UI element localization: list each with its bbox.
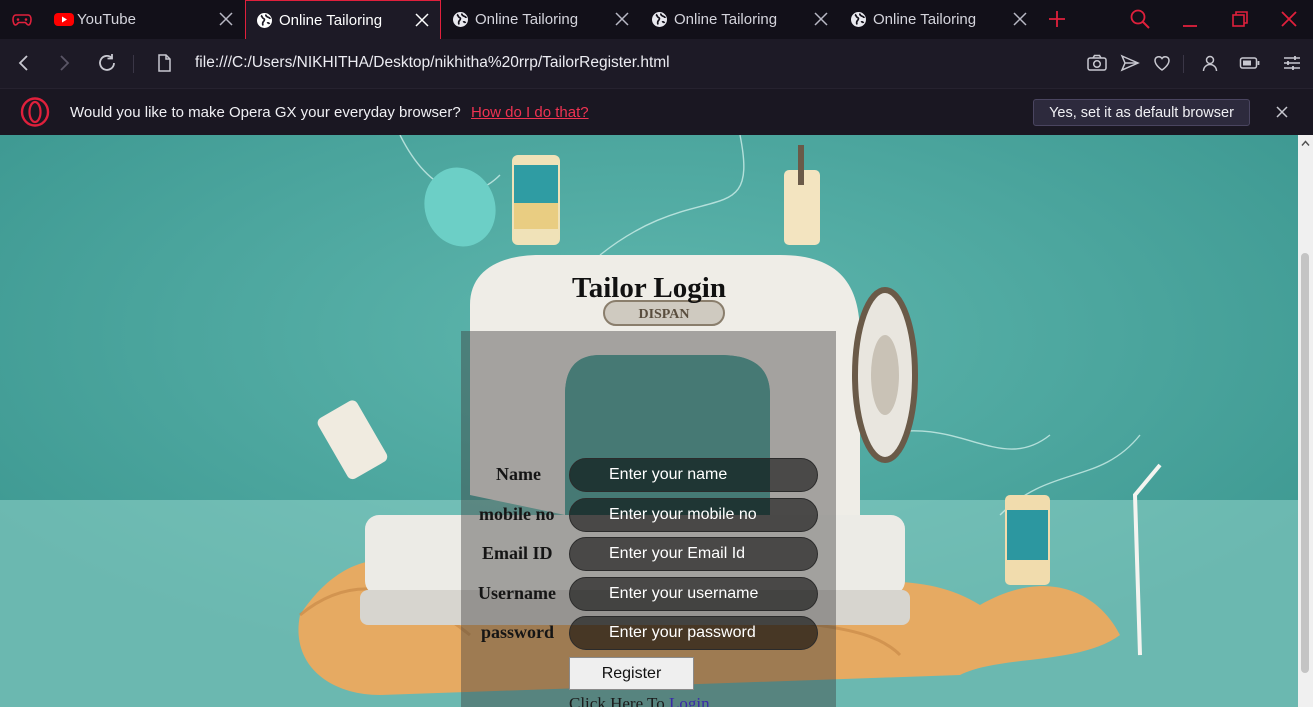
tab-online-tailoring[interactable]: Online Tailoring xyxy=(840,0,1038,39)
close-icon[interactable] xyxy=(414,12,430,28)
close-icon[interactable] xyxy=(1012,11,1028,27)
login-prompt: Click Here To Login xyxy=(569,694,710,707)
forward-arrow-icon[interactable] xyxy=(52,51,76,75)
tab-title: YouTube xyxy=(77,11,136,28)
password-label: password xyxy=(481,622,555,642)
camera-icon[interactable] xyxy=(1086,52,1108,74)
account-icon[interactable] xyxy=(1199,52,1221,74)
login-prompt-text: Click Here To xyxy=(569,694,669,707)
tab-title: Online Tailoring xyxy=(279,11,383,29)
tab-strip: YouTube Online Tailoring Online Tailorin… xyxy=(0,0,1313,39)
close-window-icon[interactable] xyxy=(1277,7,1301,31)
register-form-panel: Name mobile no Email ID Username passwor… xyxy=(461,331,836,707)
how-do-i-link[interactable]: How do I do that? xyxy=(471,104,589,121)
globe-icon xyxy=(651,11,668,28)
address-url-input[interactable]: file:///C:/Users/NIKHITHA/Desktop/nikhit… xyxy=(195,54,670,72)
scroll-up-arrow-icon[interactable] xyxy=(1301,139,1310,148)
gx-controller-icon[interactable] xyxy=(0,0,44,39)
scrollbar-thumb[interactable] xyxy=(1301,253,1309,673)
youtube-icon xyxy=(54,11,74,28)
login-link[interactable]: Login xyxy=(669,694,710,707)
form-row-mobile: mobile no xyxy=(461,498,836,532)
tab-online-tailoring[interactable]: Online Tailoring xyxy=(641,0,839,39)
email-label: Email ID xyxy=(482,543,553,563)
reload-icon[interactable] xyxy=(95,51,119,75)
form-row-password: password xyxy=(461,616,836,650)
username-input[interactable] xyxy=(569,577,818,611)
infobar-message: Would you like to make Opera GX your eve… xyxy=(70,104,461,121)
page-viewport: DISPAN Tailor Login Name mobile no xyxy=(0,135,1298,707)
back-arrow-icon[interactable] xyxy=(12,51,36,75)
divider xyxy=(1183,55,1184,73)
restore-icon[interactable] xyxy=(1228,7,1252,31)
address-bar-row: file:///C:/Users/NIKHITHA/Desktop/nikhit… xyxy=(0,39,1313,88)
register-button[interactable]: Register xyxy=(569,657,694,690)
mobile-label: mobile no xyxy=(479,504,555,524)
password-input[interactable] xyxy=(569,616,818,650)
tab-youtube[interactable]: YouTube xyxy=(44,0,244,39)
minimize-icon[interactable] xyxy=(1178,7,1202,31)
mobile-input[interactable] xyxy=(569,498,818,532)
divider xyxy=(133,55,134,73)
page-title: Tailor Login xyxy=(572,272,726,304)
search-icon[interactable] xyxy=(1128,7,1152,31)
tab-online-tailoring-active[interactable]: Online Tailoring xyxy=(245,0,441,39)
battery-icon[interactable] xyxy=(1239,52,1261,74)
email-input[interactable] xyxy=(569,537,818,571)
globe-icon xyxy=(452,11,469,28)
close-icon[interactable] xyxy=(813,11,829,27)
form-row-username: Username xyxy=(461,577,836,611)
form-row-name: Name xyxy=(461,458,836,492)
form-row-email: Email ID xyxy=(461,537,836,571)
close-icon[interactable] xyxy=(614,11,630,27)
file-icon[interactable] xyxy=(152,51,176,75)
default-browser-infobar: Would you like to make Opera GX your eve… xyxy=(0,88,1313,135)
set-default-browser-button[interactable]: Yes, set it as default browser xyxy=(1033,99,1250,126)
tab-title: Online Tailoring xyxy=(873,11,977,28)
tab-title: Online Tailoring xyxy=(475,11,579,28)
name-input[interactable] xyxy=(569,458,818,492)
heart-icon[interactable] xyxy=(1151,52,1173,74)
username-label: Username xyxy=(478,583,556,603)
machine-brand-plate-text: DISPAN xyxy=(638,307,689,322)
opera-logo-icon xyxy=(20,97,50,127)
tab-online-tailoring[interactable]: Online Tailoring xyxy=(442,0,640,39)
vertical-scrollbar[interactable] xyxy=(1298,135,1313,707)
globe-icon xyxy=(850,11,867,28)
close-icon[interactable] xyxy=(218,11,234,27)
name-label: Name xyxy=(496,464,541,484)
tab-title: Online Tailoring xyxy=(674,11,778,28)
new-tab-plus-icon[interactable] xyxy=(1044,6,1070,32)
easy-setup-sliders-icon[interactable] xyxy=(1281,52,1303,74)
globe-icon xyxy=(256,12,273,29)
close-icon[interactable] xyxy=(1274,104,1290,120)
send-icon[interactable] xyxy=(1119,52,1141,74)
